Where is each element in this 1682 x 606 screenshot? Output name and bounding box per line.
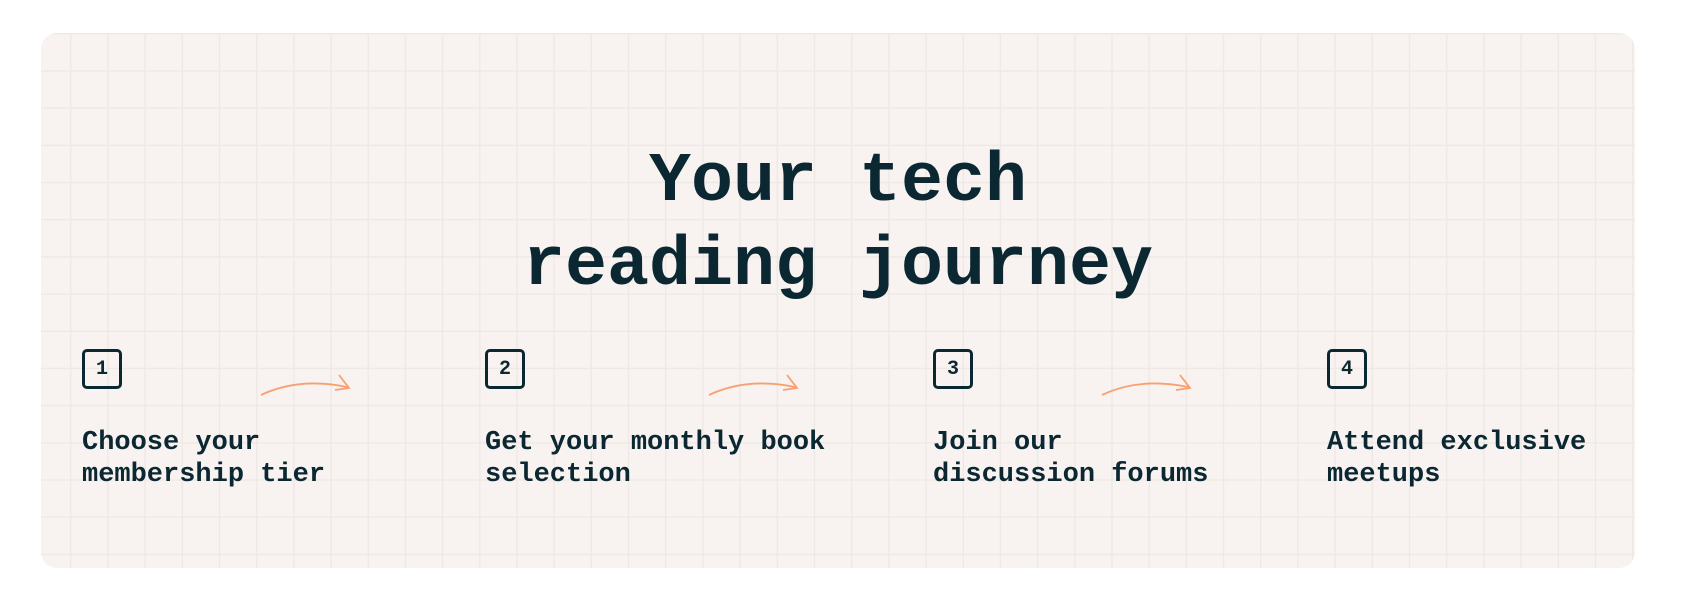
step-label: Choose your membership tier [82, 428, 326, 490]
step-number-badge: 1 [82, 349, 122, 389]
title-line-1: Your tech [648, 143, 1028, 222]
step-3: 3 Join our discussion forums [933, 349, 1313, 491]
step-label: Get your monthly book selection [485, 428, 826, 490]
arrow-right-icon [1101, 374, 1192, 396]
arrow-right-icon [708, 374, 799, 396]
step-1: 1 Choose your membership tier [82, 349, 462, 491]
step-2: 2 Get your monthly book selection [485, 349, 865, 491]
step-number-badge: 2 [485, 349, 525, 389]
step-label: Join our discussion forums [933, 428, 1209, 490]
arrow-right-icon [260, 374, 351, 396]
title-line-2: reading journey [522, 227, 1154, 306]
journey-card: Your tech reading journey 1 Choose your m… [41, 33, 1635, 568]
step-number-badge: 3 [933, 349, 973, 389]
step-4: 4 Attend exclusive meetups [1327, 349, 1635, 491]
step-number-badge: 4 [1327, 349, 1367, 389]
page-title: Your tech reading journey [41, 141, 1635, 309]
step-label: Attend exclusive meetups [1327, 428, 1587, 490]
